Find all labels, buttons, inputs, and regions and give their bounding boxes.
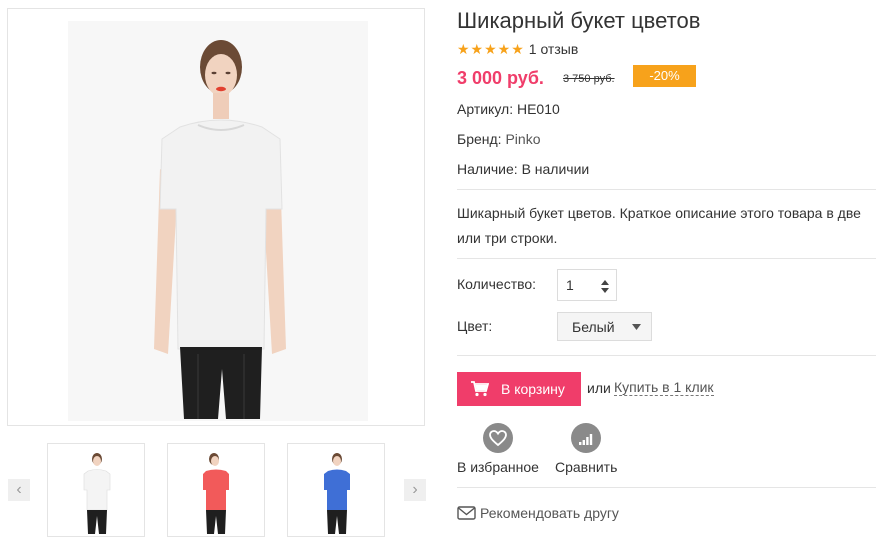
envelope-icon: [457, 506, 476, 520]
dropdown-arrow-icon: [632, 324, 641, 330]
thumbnail-1[interactable]: [47, 443, 145, 537]
decrement-arrow-icon[interactable]: [600, 287, 610, 295]
compare-bars-icon: [579, 434, 593, 445]
reviews-link[interactable]: 1 отзыв: [529, 41, 579, 57]
thumbnail-image: [203, 453, 229, 534]
product-sku: Артикул: HE010: [457, 101, 560, 117]
product-brand: Бренд: Pinko: [457, 131, 540, 147]
color-selected-value: Белый: [572, 319, 615, 335]
product-title: Шикарный букет цветов: [457, 8, 701, 33]
or-text: или: [587, 380, 611, 396]
divider: [457, 189, 876, 190]
thumbnail-image: [324, 453, 350, 534]
add-to-cart-button[interactable]: В корзину: [457, 372, 581, 406]
thumbnails-prev-button[interactable]: ‹: [8, 479, 30, 501]
favorites-button[interactable]: [483, 423, 513, 453]
thumbnail-3[interactable]: [287, 443, 385, 537]
main-product-image[interactable]: [7, 8, 425, 426]
chevron-left-icon: ‹: [16, 481, 22, 498]
brand-label: Бренд:: [457, 131, 506, 147]
color-label: Цвет:: [457, 318, 493, 334]
heart-icon: [489, 430, 507, 447]
compare-label[interactable]: Сравнить: [555, 459, 617, 475]
thumbnails-next-button[interactable]: ›: [404, 479, 426, 501]
compare-button[interactable]: [571, 423, 601, 453]
buy-one-click-link[interactable]: Купить в 1 клик: [614, 380, 714, 396]
product-availability: Наличие: В наличии: [457, 161, 590, 177]
old-price: 3 750 руб.: [563, 73, 615, 85]
quantity-label: Количество:: [457, 276, 537, 292]
recommend-to-friend-link[interactable]: Рекомендовать другу: [457, 505, 619, 521]
recommend-label: Рекомендовать другу: [480, 505, 619, 521]
thumbnail-image: [83, 453, 111, 534]
color-select[interactable]: Белый: [557, 312, 652, 341]
discount-badge: -20%: [633, 65, 696, 87]
add-to-cart-label: В корзину: [501, 381, 565, 397]
chevron-right-icon: ›: [412, 481, 418, 498]
increment-arrow-icon[interactable]: [600, 278, 610, 286]
model-photo: [154, 40, 286, 419]
brand-link[interactable]: Pinko: [505, 131, 540, 147]
divider: [457, 355, 876, 356]
favorites-label[interactable]: В избранное: [457, 459, 539, 475]
cart-icon: [471, 381, 489, 397]
product-rating: ★★★★★ 1 отзыв: [457, 40, 578, 58]
current-price: 3 000 руб.: [457, 68, 544, 88]
divider: [457, 487, 876, 488]
divider: [457, 258, 876, 259]
quantity-input[interactable]: [558, 270, 604, 300]
thumbnail-2[interactable]: [167, 443, 265, 537]
quantity-stepper: [557, 269, 617, 301]
star-rating-icon: ★★★★★: [457, 40, 525, 57]
product-description: Шикарный букет цветов. Краткое описание …: [457, 205, 861, 246]
